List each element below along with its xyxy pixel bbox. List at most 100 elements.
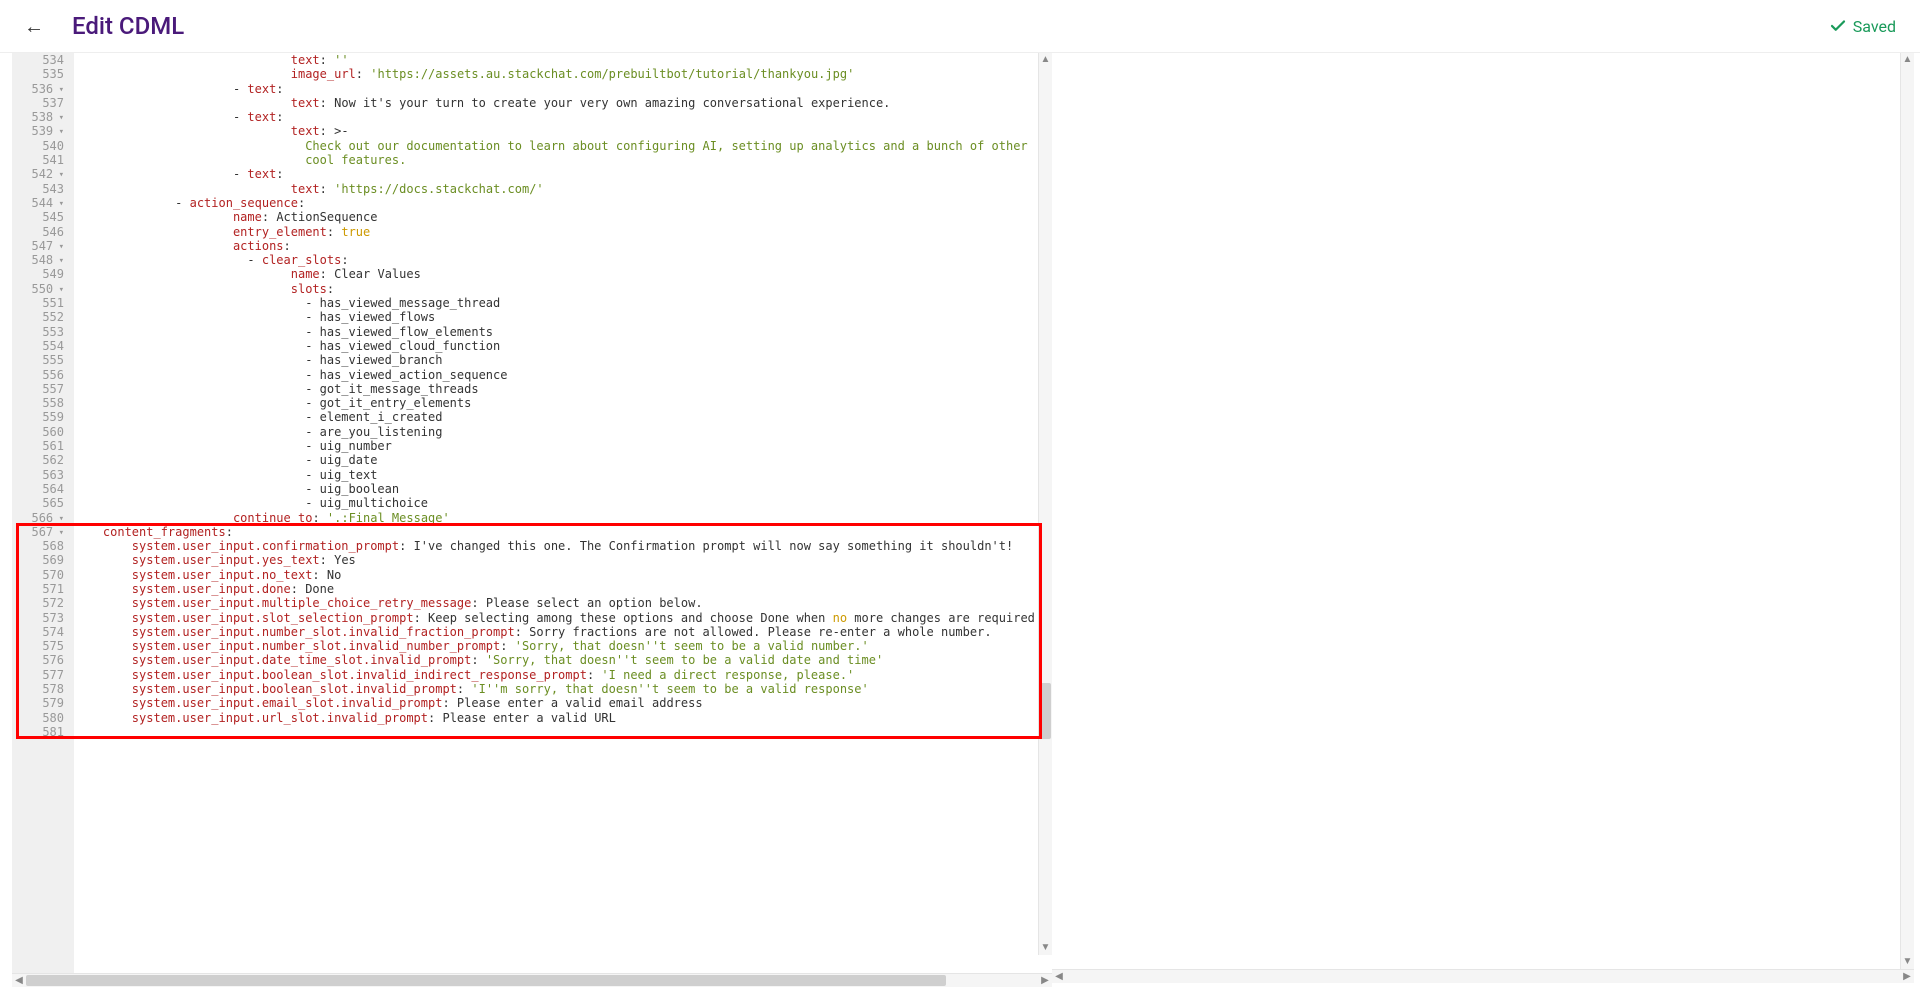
code-line[interactable]: [74, 725, 1052, 739]
line-number: 559: [12, 410, 64, 424]
code-line[interactable]: system.user_input.done: Done: [74, 582, 1052, 596]
code-line[interactable]: text: >-: [74, 124, 1052, 138]
code-line[interactable]: actions:: [74, 239, 1052, 253]
line-number: 548: [12, 253, 64, 267]
preview-pane: ▲ ▼ ◀ ▶: [1052, 53, 1920, 987]
code-line[interactable]: name: Clear Values: [74, 267, 1052, 281]
code-line[interactable]: slots:: [74, 282, 1052, 296]
line-number: 549: [12, 267, 64, 281]
vertical-scroll-thumb[interactable]: [1040, 683, 1051, 739]
code-line[interactable]: cool features.: [74, 153, 1052, 167]
code-line[interactable]: text: '': [74, 53, 1052, 67]
editor-pane: 5345355365375385395405415425435445455465…: [12, 53, 1052, 987]
line-number: 555: [12, 353, 64, 367]
header: ← Edit CDML Saved: [0, 0, 1920, 53]
line-number: 573: [12, 611, 64, 625]
line-number: 535: [12, 67, 64, 81]
editor-horizontal-scrollbar[interactable]: ◀ ▶: [12, 973, 1052, 987]
code-line[interactable]: text: Now it's your turn to create your …: [74, 96, 1052, 110]
preview-horizontal-scrollbar[interactable]: ◀ ▶: [1052, 969, 1914, 983]
code-line[interactable]: - got_it_message_threads: [74, 382, 1052, 396]
code-line[interactable]: - uig_multichoice: [74, 496, 1052, 510]
line-number: 558: [12, 396, 64, 410]
code-line[interactable]: text: 'https://docs.stackchat.com/': [74, 182, 1052, 196]
line-number: 552: [12, 310, 64, 324]
code-line[interactable]: system.user_input.boolean_slot.invalid_i…: [74, 668, 1052, 682]
code-line[interactable]: system.user_input.no_text: No: [74, 568, 1052, 582]
page-title: Edit CDML: [72, 12, 184, 40]
line-number: 563: [12, 468, 64, 482]
line-number: 540: [12, 139, 64, 153]
line-number: 574: [12, 625, 64, 639]
line-number-gutter[interactable]: 5345355365375385395405415425435445455465…: [12, 53, 74, 973]
line-number: 577: [12, 668, 64, 682]
line-number: 579: [12, 696, 64, 710]
code-line[interactable]: entry_element: true: [74, 225, 1052, 239]
line-number: 553: [12, 325, 64, 339]
code-line[interactable]: system.user_input.confirmation_prompt: I…: [74, 539, 1052, 553]
code-line[interactable]: system.user_input.email_slot.invalid_pro…: [74, 696, 1052, 710]
code-line[interactable]: content_fragments:: [74, 525, 1052, 539]
code-line[interactable]: - text:: [74, 167, 1052, 181]
code-line[interactable]: - action_sequence:: [74, 196, 1052, 210]
code-line[interactable]: - uig_date: [74, 453, 1052, 467]
code-line[interactable]: continue_to: '.:Final Message': [74, 511, 1052, 525]
line-number: 556: [12, 368, 64, 382]
line-number: 566: [12, 511, 64, 525]
code-line[interactable]: system.user_input.number_slot.invalid_fr…: [74, 625, 1052, 639]
scroll-up-arrow-icon[interactable]: ▲: [1901, 53, 1914, 67]
line-number: 581: [12, 725, 64, 739]
code-line[interactable]: - are_you_listening: [74, 425, 1052, 439]
code-line[interactable]: image_url: 'https://assets.au.stackchat.…: [74, 67, 1052, 81]
line-number: 568: [12, 539, 64, 553]
scroll-right-arrow-icon[interactable]: ▶: [1038, 975, 1052, 986]
code-line[interactable]: - has_viewed_flows: [74, 310, 1052, 324]
line-number: 539: [12, 124, 64, 138]
line-number: 538: [12, 110, 64, 124]
code-line[interactable]: system.user_input.slot_selection_prompt:…: [74, 611, 1052, 625]
scroll-down-arrow-icon[interactable]: ▼: [1039, 941, 1052, 955]
line-number: 547: [12, 239, 64, 253]
code-line[interactable]: - text:: [74, 110, 1052, 124]
back-button[interactable]: ←: [24, 14, 44, 39]
line-number: 570: [12, 568, 64, 582]
editor-content[interactable]: 5345355365375385395405415425435445455465…: [12, 53, 1052, 973]
code-line[interactable]: name: ActionSequence: [74, 210, 1052, 224]
code-line[interactable]: - has_viewed_message_thread: [74, 296, 1052, 310]
code-line[interactable]: - text:: [74, 82, 1052, 96]
line-number: 550: [12, 282, 64, 296]
editor-vertical-scrollbar[interactable]: ▲ ▼: [1038, 53, 1052, 955]
scroll-left-arrow-icon[interactable]: ◀: [1052, 971, 1066, 982]
line-number: 557: [12, 382, 64, 396]
horizontal-scroll-thumb[interactable]: [26, 975, 946, 986]
scroll-down-arrow-icon[interactable]: ▼: [1901, 955, 1914, 969]
code-line[interactable]: - has_viewed_action_sequence: [74, 368, 1052, 382]
code-line[interactable]: system.user_input.multiple_choice_retry_…: [74, 596, 1052, 610]
code-line[interactable]: Check out our documentation to learn abo…: [74, 139, 1052, 153]
code-area[interactable]: text: '' image_url: 'https://assets.au.s…: [74, 53, 1052, 973]
code-line[interactable]: - has_viewed_cloud_function: [74, 339, 1052, 353]
line-number: 572: [12, 596, 64, 610]
code-line[interactable]: - uig_text: [74, 468, 1052, 482]
code-line[interactable]: system.user_input.yes_text: Yes: [74, 553, 1052, 567]
code-line[interactable]: - uig_number: [74, 439, 1052, 453]
code-line[interactable]: - element_i_created: [74, 410, 1052, 424]
code-line[interactable]: system.user_input.number_slot.invalid_nu…: [74, 639, 1052, 653]
preview-vertical-scrollbar[interactable]: ▲ ▼: [1900, 53, 1914, 969]
line-number: 544: [12, 196, 64, 210]
line-number: 541: [12, 153, 64, 167]
line-number: 542: [12, 167, 64, 181]
line-number: 567: [12, 525, 64, 539]
code-line[interactable]: system.user_input.boolean_slot.invalid_p…: [74, 682, 1052, 696]
line-number: 580: [12, 711, 64, 725]
code-line[interactable]: system.user_input.date_time_slot.invalid…: [74, 653, 1052, 667]
code-line[interactable]: - uig_boolean: [74, 482, 1052, 496]
code-line[interactable]: - got_it_entry_elements: [74, 396, 1052, 410]
code-line[interactable]: - has_viewed_branch: [74, 353, 1052, 367]
code-line[interactable]: system.user_input.url_slot.invalid_promp…: [74, 711, 1052, 725]
code-line[interactable]: - has_viewed_flow_elements: [74, 325, 1052, 339]
scroll-right-arrow-icon[interactable]: ▶: [1900, 971, 1914, 982]
scroll-left-arrow-icon[interactable]: ◀: [12, 975, 26, 986]
scroll-up-arrow-icon[interactable]: ▲: [1039, 53, 1052, 67]
code-line[interactable]: - clear_slots:: [74, 253, 1052, 267]
